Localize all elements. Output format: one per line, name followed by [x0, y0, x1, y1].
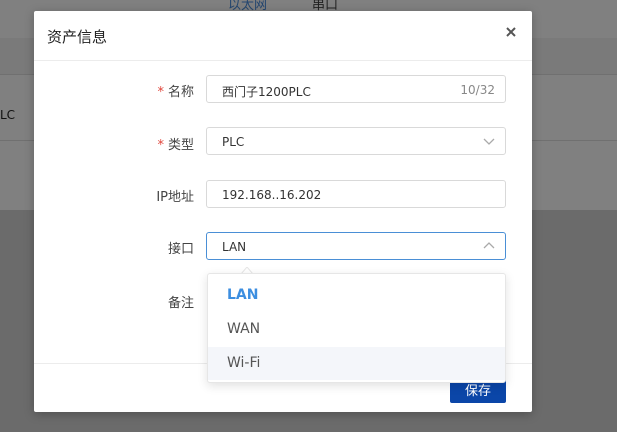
note-label: 备注 [167, 296, 194, 311]
name-label: * 名称 [157, 85, 194, 100]
ip-input[interactable]: 192.168..16.202 [206, 180, 506, 208]
interface-label: 接口 [167, 242, 194, 257]
type-select-value: PLC [222, 135, 245, 149]
interface-select[interactable]: LAN [206, 232, 506, 260]
name-char-count: 10/32 [460, 83, 495, 97]
type-label: * 类型 [157, 138, 194, 153]
background-table-cell: LC [0, 108, 16, 122]
name-input[interactable]: 西门子1200PLC 10/32 [206, 75, 506, 103]
chevron-down-icon [483, 138, 495, 145]
close-icon[interactable] [504, 25, 518, 39]
chevron-up-icon [483, 242, 495, 249]
dropdown-option-lan[interactable]: LAN [208, 279, 505, 312]
required-mark: * [157, 138, 164, 153]
dialog-header-divider [34, 60, 532, 61]
ip-label: IP地址 [156, 190, 194, 205]
dropdown-option-wan[interactable]: WAN [208, 313, 505, 346]
type-select[interactable]: PLC [206, 127, 506, 155]
dropdown-option-wifi[interactable]: Wi-Fi [208, 347, 505, 380]
name-input-value: 西门子1200PLC [222, 85, 311, 99]
interface-dropdown: LAN WAN Wi-Fi [207, 273, 506, 383]
dialog-title: 资产信息 [47, 28, 108, 46]
required-mark: * [157, 85, 164, 100]
ip-input-value: 192.168..16.202 [222, 188, 322, 202]
interface-select-value: LAN [222, 240, 247, 254]
